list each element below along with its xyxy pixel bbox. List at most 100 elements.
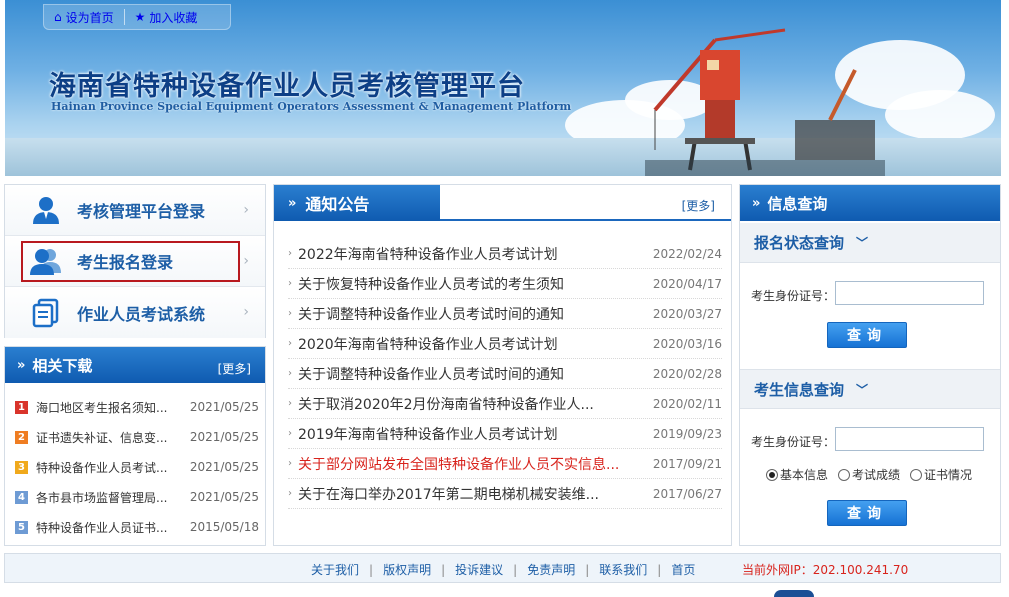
footer-link-contact[interactable]: 联系我们	[599, 561, 647, 578]
notice-item[interactable]: › 关于调整特种设备作业人员考试时间的通知 2020/02/28	[288, 359, 722, 389]
footer-links: 关于我们 | 版权声明 | 投诉建议 | 免责声明 | 联系我们 | 首页	[311, 561, 695, 578]
set-homepage-label: 设为首页	[65, 10, 114, 25]
info-query-title: 考生信息查询	[754, 380, 845, 399]
chevron-right-icon: ›	[243, 202, 249, 218]
notice-date: 2020/03/27	[652, 306, 722, 321]
notice-title: 关于取消2020年2月份海南省特种设备作业人...	[298, 396, 594, 413]
top-toolbar: ⌂ 设为首页 ★ 加入收藏	[43, 4, 231, 30]
notice-date: 2017/06/27	[652, 486, 722, 501]
downloads-title: 相关下载	[32, 356, 93, 375]
arrow-right-icon: ›	[288, 368, 292, 379]
download-item[interactable]: 1 海口地区考生报名须知... 2021/05/25	[15, 392, 259, 422]
download-date: 2021/05/25	[189, 490, 259, 504]
download-item[interactable]: 3 特种设备作业人员考试... 2021/05/25	[15, 452, 259, 482]
notice-title: 关于部分网站发布全国特种设备作业人员不实信息...	[298, 456, 620, 473]
download-title: 证书遗失补证、信息变...	[36, 430, 168, 445]
notice-date: 2019/09/23	[652, 426, 722, 441]
chevron-down-icon: ﹀	[856, 236, 869, 250]
login-menu: 考核管理平台登录 › 考生报名登录 › 作业人员考试系统 ›	[4, 184, 266, 338]
status-id-input[interactable]	[835, 281, 984, 305]
notice-item[interactable]: › 2022年海南省特种设备作业人员考试计划 2022/02/24	[288, 239, 722, 269]
notice-date: 2017/09/21	[652, 456, 722, 471]
home-icon: ⌂	[54, 10, 62, 24]
operator-exam-system-label: 作业人员考试系统	[77, 304, 206, 324]
chevron-down-icon: ﹀	[856, 382, 869, 397]
notices-panel: » 通知公告 [更多] › 2022年海南省特种设备作业人员考试计划 2022/…	[273, 184, 732, 546]
status-query-button[interactable]: 查询	[827, 322, 907, 348]
radio-basic-info[interactable]: 基本信息	[766, 466, 828, 483]
info-query-section[interactable]: 考生信息查询 ﹀	[740, 369, 1000, 409]
download-date: 2021/05/25	[189, 460, 259, 474]
radio-exam-score[interactable]: 考试成绩	[838, 466, 900, 483]
footer-link-disclaimer[interactable]: 免责声明	[527, 561, 575, 578]
candidate-registration-login[interactable]: 考生报名登录 ›	[5, 236, 265, 287]
downloads-more-link[interactable]: [更多]	[218, 360, 251, 377]
footer-link-complaint[interactable]: 投诉建议	[455, 561, 503, 578]
notice-title: 关于调整特种设备作业人员考试时间的通知	[298, 366, 564, 383]
candidate-registration-login-label: 考生报名登录	[77, 253, 174, 272]
footer-separator: |	[369, 562, 374, 577]
footer-separator: |	[513, 562, 518, 577]
notices-more-link[interactable]: [更多]	[682, 197, 715, 214]
arrow-right-icon: ›	[288, 398, 292, 409]
notice-item[interactable]: › 关于取消2020年2月份海南省特种设备作业人... 2020/02/11	[288, 389, 722, 419]
arrow-right-icon: ›	[288, 458, 292, 469]
double-chevron-icon: »	[288, 195, 297, 211]
notice-title: 关于恢复特种设备作业人员考试的考生须知	[298, 276, 564, 293]
notice-item[interactable]: › 2020年海南省特种设备作业人员考试计划 2020/03/16	[288, 329, 722, 359]
chevron-right-icon: ›	[243, 253, 249, 269]
arrow-right-icon: ›	[288, 278, 292, 289]
operator-exam-system[interactable]: 作业人员考试系统 ›	[5, 287, 265, 338]
footer-link-copyright[interactable]: 版权声明	[383, 561, 431, 578]
notice-item[interactable]: › 关于部分网站发布全国特种设备作业人员不实信息... 2017/09/21	[288, 449, 722, 479]
notice-date: 2022/02/24	[652, 246, 722, 261]
user-icon	[29, 193, 63, 227]
notice-title: 2020年海南省特种设备作业人员考试计划	[298, 336, 558, 353]
notice-item[interactable]: › 关于调整特种设备作业人员考试时间的通知 2020/03/27	[288, 299, 722, 329]
radio-certificate[interactable]: 证书情况	[910, 466, 972, 483]
download-date: 2015/05/18	[189, 520, 259, 534]
notices-tab: » 通知公告	[274, 185, 440, 221]
download-item[interactable]: 4 各市县市场监督管理局... 2021/05/25	[15, 482, 259, 512]
arrow-right-icon: ›	[288, 338, 292, 349]
download-title: 海口地区考生报名须知...	[36, 400, 168, 415]
star-icon: ★	[134, 10, 146, 24]
rank-badge: 1	[15, 400, 28, 414]
info-query-panel: » 信息查询 报名状态查询 ﹀ 考生身份证号： 查询 考生信息查询 ﹀ 考生身份…	[739, 184, 1001, 546]
arrow-right-icon: ›	[288, 308, 292, 319]
info-id-input[interactable]	[835, 427, 984, 451]
info-query-button[interactable]: 查询	[827, 500, 907, 526]
notice-title: 2019年海南省特种设备作业人员考试计划	[298, 426, 558, 443]
rank-badge: 4	[15, 490, 28, 504]
chevron-right-icon: ›	[243, 304, 249, 320]
radio-unselected-icon	[910, 468, 922, 481]
footer-link-home[interactable]: 首页	[671, 561, 695, 578]
notice-item[interactable]: › 关于恢复特种设备作业人员考试的考生须知 2020/04/17	[288, 269, 722, 299]
document-icon	[29, 296, 63, 330]
query-title: 信息查询	[767, 194, 828, 213]
add-favorite-label: 加入收藏	[149, 10, 198, 25]
download-date: 2021/05/25	[189, 400, 259, 414]
download-date: 2021/05/25	[189, 430, 259, 444]
status-query-section[interactable]: 报名状态查询 ﹀	[740, 223, 1000, 263]
notice-item[interactable]: › 2019年海南省特种设备作业人员考试计划 2019/09/23	[288, 419, 722, 449]
crane-illustration	[645, 28, 885, 176]
footer-link-about[interactable]: 关于我们	[311, 561, 359, 578]
add-favorite-link[interactable]: ★ 加入收藏	[125, 5, 208, 29]
double-chevron-icon: »	[752, 195, 761, 211]
cloud-decoration	[885, 90, 995, 140]
notices-title: 通知公告	[305, 195, 370, 214]
footer-separator: |	[441, 562, 446, 577]
download-item[interactable]: 2 证书遗失补证、信息变... 2021/05/25	[15, 422, 259, 452]
notice-date: 2020/02/11	[652, 396, 722, 411]
admin-platform-login-label: 考核管理平台登录	[77, 202, 206, 221]
notice-title: 关于调整特种设备作业人员考试时间的通知	[298, 306, 564, 323]
site-subtitle: Hainan Province Special Equipment Operat…	[51, 100, 572, 113]
download-item[interactable]: 5 特种设备作业人员证书... 2015/05/18	[15, 512, 259, 542]
radio-exam-score-label: 考试成绩	[852, 468, 901, 482]
set-homepage-link[interactable]: ⌂ 设为首页	[44, 5, 124, 29]
notice-item[interactable]: › 关于在海口举办2017年第二期电梯机械安装维... 2017/06/27	[288, 479, 722, 509]
admin-platform-login[interactable]: 考核管理平台登录 ›	[5, 185, 265, 236]
users-icon	[29, 244, 63, 278]
radio-basic-info-label: 基本信息	[780, 468, 829, 482]
